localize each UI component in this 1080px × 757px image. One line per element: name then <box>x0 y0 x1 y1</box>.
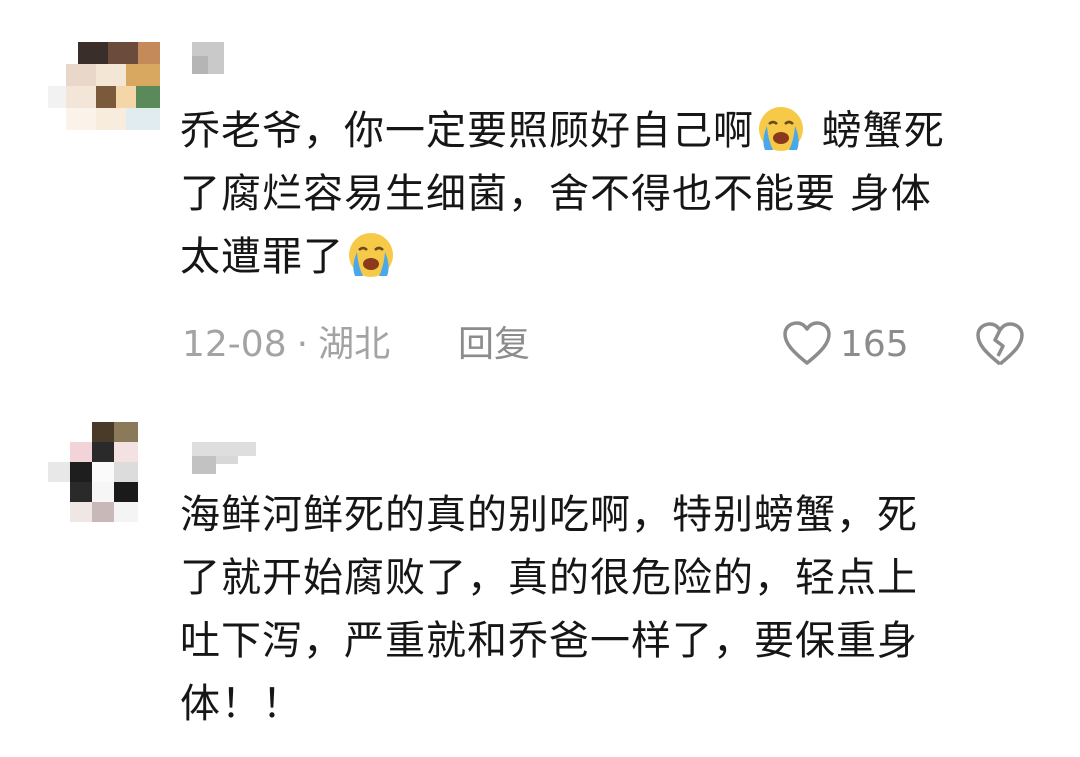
avatar[interactable] <box>48 422 168 522</box>
comment-text: 乔老爷，你一定要照顾好自己啊 螃蟹死 了腐烂容易生细菌，舍不得也不能要 身体 太… <box>180 100 1020 289</box>
comment-meta: 12-08 · 湖北 回复 <box>182 320 530 370</box>
comment-location: 湖北 <box>318 324 391 365</box>
heart-icon <box>783 321 831 365</box>
loudly-crying-emoji-icon <box>759 107 803 151</box>
loudly-crying-emoji-icon <box>349 233 393 277</box>
comment-text: 海鲜河鲜死的真的别吃啊，特别螃蟹，死 了就开始腐败了，真的很危险的，轻点上 吐下… <box>180 492 918 727</box>
comment-date: 12-08 <box>182 324 287 365</box>
reply-button[interactable]: 回复 <box>458 320 530 370</box>
comment-item: 海鲜河鲜死的真的别吃啊，特别螃蟹，死 了就开始腐败了，真的很危险的，轻点上 吐下… <box>0 400 1080 757</box>
broken-heart-icon[interactable] <box>974 318 1026 370</box>
meta-separator: · <box>296 324 309 365</box>
like-button[interactable]: 165 <box>782 318 909 370</box>
avatar[interactable] <box>48 40 168 140</box>
comment-item: 乔老爷，你一定要照顾好自己啊 螃蟹死 了腐烂容易生细菌，舍不得也不能要 身体 太… <box>0 0 1080 400</box>
like-count: 165 <box>840 323 909 365</box>
